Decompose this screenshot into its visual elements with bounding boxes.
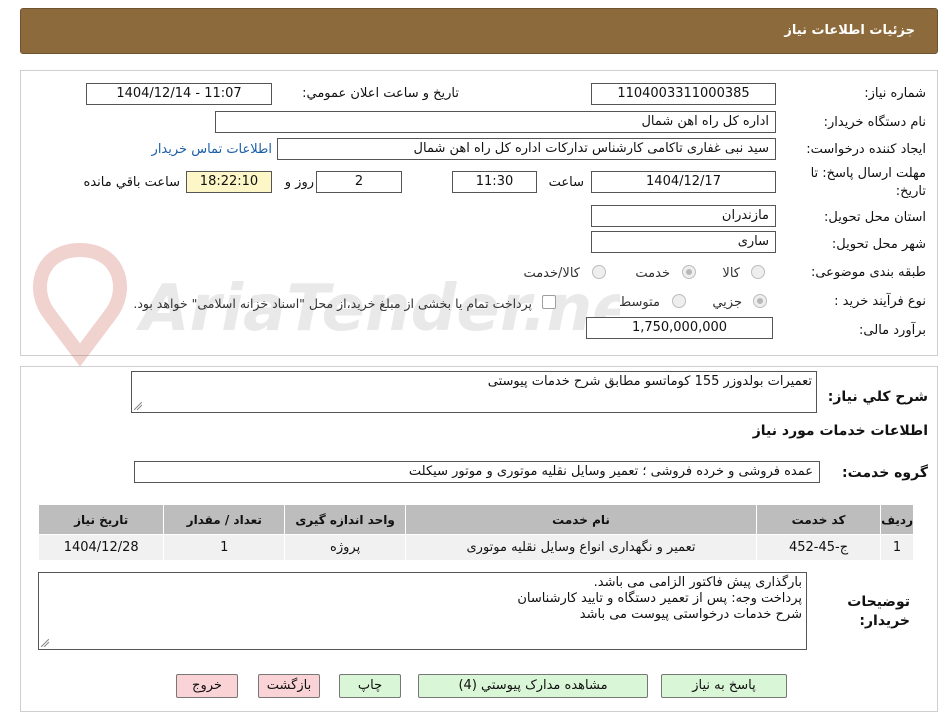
resize-grip-icon[interactable] [41,639,49,647]
print-button[interactable]: چاپ [339,674,401,698]
col-header-unit: واحد اندازه گيری [284,504,407,535]
process-medium-label: متوسط [619,295,660,310]
cell-need-date: 1404/12/28 [37,534,165,561]
buyer-org-label: نام دستگاه خريدار: [823,115,926,130]
buyer-notes-textarea[interactable]: بارگذاری پیش فاکتور الزامی می باشد. پردا… [38,572,807,650]
treasury-payment-note: پرداخت تمام يا بخشی از مبلغ خريد،از محل … [133,296,532,311]
description-textarea[interactable]: تعمیرات بولدوزر 155 کوماتسو مطابق شرح خد… [131,371,817,413]
table-row[interactable]: 1 ج-45-452 تعمیر و نگهداری انواع وسایل ن… [37,534,914,561]
view-attachments-button[interactable]: مشاهده مدارک پيوستي (4) [418,674,648,698]
province-label: استان محل تحويل: [824,210,926,225]
buyer-note-line: شرح خدمات درخواستی پیوست می باشد [579,607,802,622]
services-table: رديف کد خدمت نام خدمت واحد اندازه گيری ت… [37,504,914,561]
budget-label: برآورد مالی: [859,323,926,338]
announce-label: تاریخ و ساعت اعلان عمومي: [302,86,459,101]
cell-service-code: ج-45-452 [755,534,882,561]
category-goods-label: کالا [722,266,740,281]
remaining-label: ساعت باقي مانده [83,175,180,190]
deadline-label: مهلت ارسال پاسخ: تا [810,166,926,181]
cell-row-number: 1 [880,534,914,561]
category-goods-service-radio[interactable] [592,265,606,279]
exit-button[interactable]: خروج [176,674,238,698]
treasury-payment-checkbox[interactable] [542,295,556,309]
buyer-note-line: پرداخت وجه: پس از تعمیر دستگاه و تایید ک… [517,591,802,606]
category-goods-service-label: کالا/خدمت [523,266,580,281]
buyer-contact-link[interactable]: اطلاعات تماس خريدار [152,142,272,157]
category-label: طبقه بندی موضوعی: [810,265,926,280]
announce-datetime-field[interactable]: 1404/12/14 - 11:07 [86,83,272,105]
need-number-label: شماره نیاز: [864,86,926,101]
deadline-label-date: تاريخ: [895,184,926,199]
description-text: تعمیرات بولدوزر 155 کوماتسو مطابق شرح خد… [487,374,812,389]
city-label: شهر محل تحويل: [831,237,926,252]
process-medium-radio[interactable] [672,294,686,308]
process-minor-radio[interactable] [753,294,767,308]
buyer-note-line: بارگذاری پیش فاکتور الزامی می باشد. [593,575,802,590]
buyer-notes-label: توضيحات [847,594,910,610]
resize-grip-icon[interactable] [134,402,142,410]
remaining-time-field[interactable]: 18:22:10 [186,171,272,193]
budget-field[interactable]: 1,750,000,000 [586,317,773,339]
creator-field[interactable]: سید نبی غفاری تاکامی کارشناس تدارکات ادا… [277,138,776,160]
deadline-time-field[interactable]: 11:30 [452,171,537,193]
services-section-title: اطلاعات خدمات مورد نياز [752,423,928,439]
page-title: جزئیات اطلاعات نیاز [784,23,915,38]
deadline-time-label: ساعت [548,175,584,190]
service-group-label: گروه خدمت: [842,465,928,481]
page-header: جزئیات اطلاعات نیاز [20,8,938,54]
buyer-org-field[interactable]: اداره کل راه اهن شمال [215,111,776,133]
process-label: نوع فرآيند خريد : [834,294,926,309]
deadline-date-field[interactable]: 1404/12/17 [591,171,776,193]
need-number-field[interactable]: 1104003311000385 [591,83,776,105]
buyer-notes-label-2: خريدار: [859,613,910,629]
creator-label: ايجاد کننده درخواست: [806,142,926,157]
category-goods-radio[interactable] [751,265,765,279]
col-header-service-name: نام خدمت [405,504,757,535]
col-header-row-number: رديف [880,504,914,535]
city-field[interactable]: ساری [591,231,776,253]
cell-quantity: 1 [163,534,286,561]
category-service-radio[interactable] [682,265,696,279]
back-button[interactable]: بازگشت [258,674,320,698]
days-remaining-field[interactable]: 2 [316,171,402,193]
process-minor-label: جزیي [712,295,742,310]
days-label: روز و [284,175,314,190]
col-header-need-date: تاريخ نياز [37,504,165,535]
col-header-quantity: تعداد / مقدار [163,504,286,535]
cell-service-name: تعمیر و نگهداری انواع وسایل نقلیه موتوری [405,534,757,561]
col-header-service-code: کد خدمت [755,504,882,535]
description-label: شرح کلي نياز: [827,389,928,405]
province-field[interactable]: مازندران [591,205,776,227]
service-group-field[interactable]: عمده فروشی و خرده فروشی ؛ تعمیر وسایل نق… [134,461,820,483]
category-service-label: خدمت [635,266,670,281]
reply-button[interactable]: پاسخ به نياز [661,674,787,698]
table-header-row: رديف کد خدمت نام خدمت واحد اندازه گيری ت… [37,504,914,535]
cell-unit: پروژه [284,534,407,561]
